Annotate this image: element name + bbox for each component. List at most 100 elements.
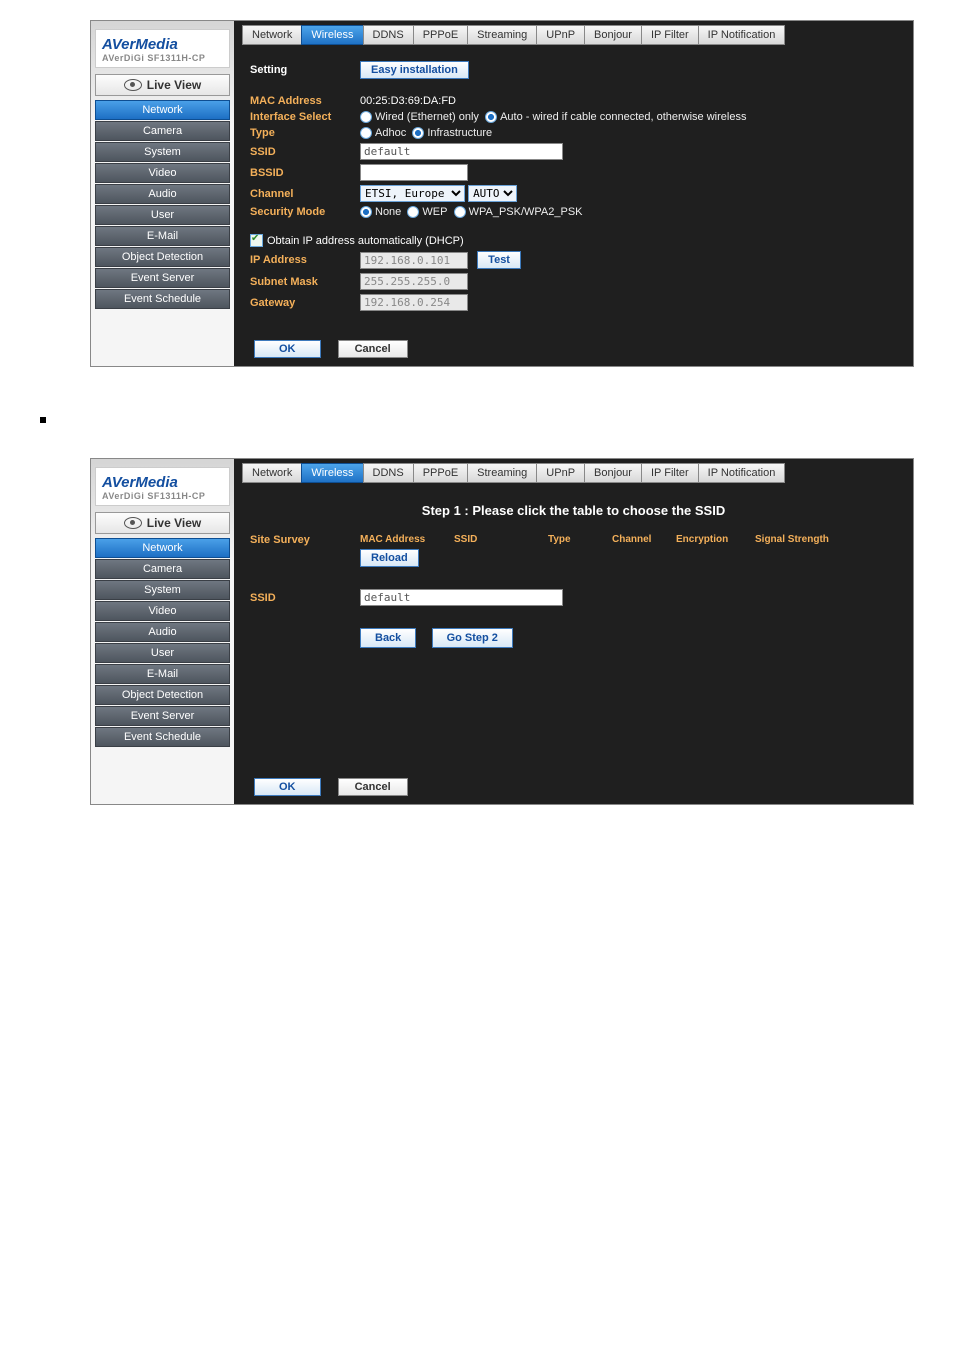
logo-title: AVerMedia <box>102 36 225 53</box>
dhcp-checkbox[interactable] <box>250 234 263 247</box>
tab-bonjour[interactable]: Bonjour <box>584 463 642 483</box>
tab-row: Network Wireless DDNS PPPoE Streaming UP… <box>234 459 913 483</box>
subnet-label: Subnet Mask <box>250 276 360 288</box>
sidebar-item-event-server[interactable]: Event Server <box>95 706 230 726</box>
type-infra-radio[interactable] <box>412 127 424 139</box>
main-panel: Network Wireless DDNS PPPoE Streaming UP… <box>234 459 913 804</box>
sec-wpa-label: WPA_PSK/WPA2_PSK <box>469 206 583 218</box>
th-ssid: SSID <box>454 534 524 545</box>
tab-streaming[interactable]: Streaming <box>467 25 537 45</box>
sidebar: AVerMedia AVerDiGi SF1311H-CP Live View … <box>91 459 234 804</box>
back-button[interactable]: Back <box>360 628 416 648</box>
tab-pppoe[interactable]: PPPoE <box>413 25 468 45</box>
iface-wired-label: Wired (Ethernet) only <box>375 111 479 123</box>
go-step2-button[interactable]: Go Step 2 <box>432 628 513 648</box>
test-button[interactable]: Test <box>477 251 521 269</box>
iface-wired-radio[interactable] <box>360 111 372 123</box>
sidebar-item-object-detection[interactable]: Object Detection <box>95 685 230 705</box>
logo-subtitle: AVerDiGi SF1311H-CP <box>102 53 225 63</box>
tab-ipfilter[interactable]: IP Filter <box>641 463 699 483</box>
tab-ddns[interactable]: DDNS <box>363 25 414 45</box>
tab-network[interactable]: Network <box>242 463 302 483</box>
sidebar-item-object-detection[interactable]: Object Detection <box>95 247 230 267</box>
sidebar-item-user[interactable]: User <box>95 643 230 663</box>
content-area: Setting Easy installation MAC Address00:… <box>234 45 913 327</box>
sidebar-item-video[interactable]: Video <box>95 601 230 621</box>
live-view-button[interactable]: Live View <box>95 512 230 534</box>
security-label: Security Mode <box>250 206 360 218</box>
th-sig: Signal Strength <box>755 534 829 545</box>
subnet-input[interactable] <box>360 273 468 290</box>
sidebar-item-audio[interactable]: Audio <box>95 184 230 204</box>
footer-buttons: OK Cancel <box>254 778 422 796</box>
sidebar-item-camera[interactable]: Camera <box>95 121 230 141</box>
channel-region-select[interactable]: ETSI, Europe <box>360 185 465 202</box>
sidebar-item-video[interactable]: Video <box>95 163 230 183</box>
tab-ipfilter[interactable]: IP Filter <box>641 25 699 45</box>
sidebar-item-camera[interactable]: Camera <box>95 559 230 579</box>
sidebar-item-system[interactable]: System <box>95 580 230 600</box>
type-adhoc-radio[interactable] <box>360 127 372 139</box>
ssid-input[interactable] <box>360 589 563 606</box>
tab-bonjour[interactable]: Bonjour <box>584 25 642 45</box>
channel-label: Channel <box>250 188 360 200</box>
sidebar-item-email[interactable]: E-Mail <box>95 664 230 684</box>
survey-table-header: MAC Address SSID Type Channel Encryption… <box>360 534 897 545</box>
cancel-button[interactable]: Cancel <box>338 778 408 796</box>
ssid-label: SSID <box>250 592 360 604</box>
sec-none-label: None <box>375 206 401 218</box>
ssid-input[interactable] <box>360 143 563 160</box>
th-chan: Channel <box>612 534 652 545</box>
sidebar-item-email[interactable]: E-Mail <box>95 226 230 246</box>
ip-input[interactable] <box>360 252 468 269</box>
sidebar-item-event-schedule[interactable]: Event Schedule <box>95 727 230 747</box>
easy-install-step1-screenshot: AVerMedia AVerDiGi SF1311H-CP Live View … <box>90 458 914 805</box>
bssid-label: BSSID <box>250 167 360 179</box>
reload-button[interactable]: Reload <box>360 549 419 567</box>
sec-wpa-radio[interactable] <box>454 206 466 218</box>
sidebar-item-user[interactable]: User <box>95 205 230 225</box>
tab-streaming[interactable]: Streaming <box>467 463 537 483</box>
mac-label: MAC Address <box>250 95 360 107</box>
tab-wireless[interactable]: Wireless <box>301 25 363 45</box>
sidebar-item-network[interactable]: Network <box>95 538 230 558</box>
mac-value: 00:25:D3:69:DA:FD <box>360 95 456 107</box>
sidebar-item-system[interactable]: System <box>95 142 230 162</box>
sidebar-item-network[interactable]: Network <box>95 100 230 120</box>
sidebar-item-event-schedule[interactable]: Event Schedule <box>95 289 230 309</box>
gateway-input[interactable] <box>360 294 468 311</box>
tab-wireless[interactable]: Wireless <box>301 463 363 483</box>
live-view-label: Live View <box>147 78 201 92</box>
tab-ddns[interactable]: DDNS <box>363 463 414 483</box>
live-view-button[interactable]: Live View <box>95 74 230 96</box>
bssid-input[interactable] <box>360 164 468 181</box>
ssid-label: SSID <box>250 146 360 158</box>
sidebar-item-audio[interactable]: Audio <box>95 622 230 642</box>
cancel-button[interactable]: Cancel <box>338 340 408 358</box>
sec-wep-label: WEP <box>422 206 447 218</box>
tab-row: Network Wireless DDNS PPPoE Streaming UP… <box>234 21 913 45</box>
tab-pppoe[interactable]: PPPoE <box>413 463 468 483</box>
main-panel: Network Wireless DDNS PPPoE Streaming UP… <box>234 21 913 366</box>
iface-auto-radio[interactable] <box>485 111 497 123</box>
tab-upnp[interactable]: UPnP <box>536 463 585 483</box>
site-survey-label: Site Survey <box>250 534 360 546</box>
sidebar-item-event-server[interactable]: Event Server <box>95 268 230 288</box>
live-view-label: Live View <box>147 516 201 530</box>
sec-none-radio[interactable] <box>360 206 372 218</box>
eye-icon <box>124 79 142 91</box>
ok-button[interactable]: OK <box>254 778 321 796</box>
iface-auto-label: Auto - wired if cable connected, otherwi… <box>500 111 746 123</box>
th-mac: MAC Address <box>360 534 430 545</box>
tab-network[interactable]: Network <box>242 25 302 45</box>
easy-installation-button[interactable]: Easy installation <box>360 61 469 79</box>
th-type: Type <box>548 534 588 545</box>
logo-subtitle: AVerDiGi SF1311H-CP <box>102 491 225 501</box>
channel-auto-select[interactable]: AUTO <box>468 185 517 202</box>
tab-ipnotification[interactable]: IP Notification <box>698 463 786 483</box>
type-infra-label: Infrastructure <box>427 127 492 139</box>
tab-ipnotification[interactable]: IP Notification <box>698 25 786 45</box>
ok-button[interactable]: OK <box>254 340 321 358</box>
tab-upnp[interactable]: UPnP <box>536 25 585 45</box>
sec-wep-radio[interactable] <box>407 206 419 218</box>
